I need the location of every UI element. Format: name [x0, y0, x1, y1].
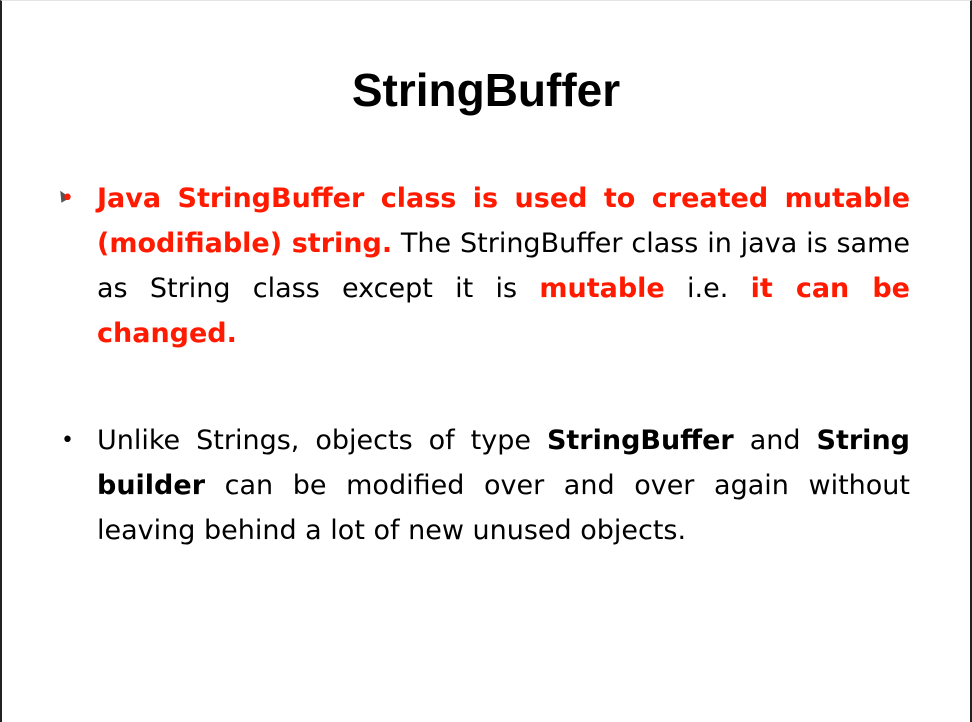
highlight-mutable: mutable [539, 273, 665, 304]
bullet-dot-icon: • [61, 428, 74, 453]
body-text: can be modified over and over again with… [97, 470, 910, 546]
bullet-point-1: • Java StringBuffer class is used to cre… [61, 176, 910, 356]
slide-title: StringBuffer [351, 64, 621, 116]
bullet-point-2: • Unlike Strings, objects of type String… [61, 418, 910, 553]
bullet-dot-icon: • [61, 186, 74, 211]
bold-term-stringbuffer: StringBuffer [546, 425, 734, 456]
slide-frame: StringBuffer • Java StringBuffer class i… [0, 0, 972, 722]
body-text: and [733, 425, 817, 456]
body-text: Unlike Strings, objects of type [97, 425, 547, 456]
body-text: i.e. [664, 273, 751, 304]
